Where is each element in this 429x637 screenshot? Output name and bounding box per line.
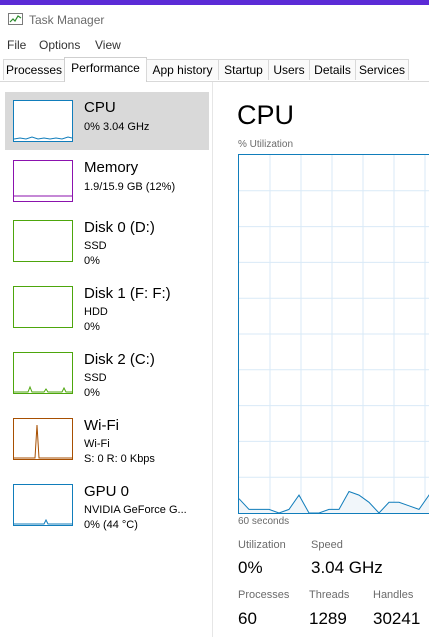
tab-performance[interactable]: Performance: [64, 57, 147, 82]
cpu-graph-svg: [239, 155, 429, 513]
sidebar-item-detail: 0%: [84, 321, 100, 333]
cpu-mini-graph: [13, 100, 73, 142]
sidebar-item-label: Disk 1 (F: F:): [84, 285, 171, 302]
sidebar-item-gpu-0[interactable]: GPU 0 NVIDIA GeForce G... 0% (44 °C): [5, 476, 209, 534]
tab-bar: Processes Performance App history Startu…: [0, 57, 429, 82]
sidebar-item-detail: 0% (44 °C): [84, 519, 138, 531]
threads-label: Threads: [309, 589, 350, 601]
sidebar-item-type: SSD: [84, 240, 107, 252]
sidebar-item-detail: 0% 3.04 GHz: [84, 121, 150, 133]
tab-processes[interactable]: Processes: [3, 59, 65, 80]
utilization-value: 0%: [238, 558, 263, 577]
sidebar-item-label: Memory: [84, 159, 139, 176]
sidebar-item-disk-2[interactable]: Disk 2 (C:) SSD 0%: [5, 344, 209, 402]
handles-label: Handles: [373, 589, 414, 601]
menu-options[interactable]: Options: [39, 38, 80, 52]
speed-label: Speed: [311, 539, 343, 551]
window-title: Task Manager: [29, 13, 105, 27]
handles-value: 30241: [373, 609, 421, 628]
page-title: CPU: [237, 100, 295, 130]
graph-y-label: % Utilization: [238, 139, 294, 150]
disk-2-mini-graph: [13, 352, 73, 394]
sidebar-item-wifi[interactable]: Wi-Fi Wi-Fi S: 0 R: 0 Kbps: [5, 410, 209, 468]
sidebar-item-label: Wi-Fi: [84, 417, 119, 434]
resource-sidebar: CPU 0% 3.04 GHz Memory 1.9/15.9 GB (12%)…: [0, 82, 213, 637]
tab-startup[interactable]: Startup: [218, 59, 269, 80]
sidebar-item-adapter: Wi-Fi: [84, 438, 110, 450]
menu-file[interactable]: File: [7, 38, 26, 52]
sidebar-item-label: CPU: [84, 99, 116, 116]
sidebar-item-disk-1[interactable]: Disk 1 (F: F:) HDD 0%: [5, 278, 209, 336]
sidebar-item-cpu[interactable]: CPU 0% 3.04 GHz: [5, 92, 209, 150]
sidebar-item-type: HDD: [84, 306, 108, 318]
threads-value: 1289: [309, 609, 347, 628]
wifi-mini-graph: [13, 418, 73, 460]
processes-label: Processes: [238, 589, 290, 601]
sidebar-item-label: GPU 0: [84, 483, 130, 500]
disk-0-mini-graph: [13, 220, 73, 262]
tab-details[interactable]: Details: [309, 59, 356, 80]
sidebar-item-adapter: NVIDIA GeForce G...: [84, 504, 187, 516]
sidebar-item-memory[interactable]: Memory 1.9/15.9 GB (12%): [5, 152, 209, 210]
sidebar-item-type: SSD: [84, 372, 107, 384]
sidebar-item-detail: 0%: [84, 255, 100, 267]
tab-services[interactable]: Services: [355, 59, 409, 80]
graph-x-label: 60 seconds: [238, 516, 290, 527]
sidebar-item-disk-0[interactable]: Disk 0 (D:) SSD 0%: [5, 212, 209, 270]
sidebar-item-label: Disk 2 (C:): [84, 351, 155, 368]
utilization-label: Utilization: [238, 539, 286, 551]
title-bar: Task Manager: [0, 5, 429, 33]
menu-bar: File Options View: [0, 34, 429, 56]
sidebar-item-detail: 0%: [84, 387, 100, 399]
processes-value: 60: [238, 609, 257, 628]
menu-view[interactable]: View: [95, 38, 121, 52]
cpu-utilization-graph: [238, 154, 429, 514]
sidebar-item-label: Disk 0 (D:): [84, 219, 155, 236]
task-manager-icon: [8, 13, 23, 25]
memory-mini-graph: [13, 160, 73, 202]
sidebar-item-detail: S: 0 R: 0 Kbps: [84, 453, 155, 465]
tab-app-history[interactable]: App history: [146, 59, 219, 80]
sidebar-item-detail: 1.9/15.9 GB (12%): [84, 181, 176, 193]
cpu-detail-panel: CPU % Utilization 60 seconds Utilization…: [213, 82, 429, 637]
speed-value: 3.04 GHz: [311, 558, 383, 577]
disk-1-mini-graph: [13, 286, 73, 328]
gpu-mini-graph: [13, 484, 73, 526]
tab-users[interactable]: Users: [268, 59, 310, 80]
